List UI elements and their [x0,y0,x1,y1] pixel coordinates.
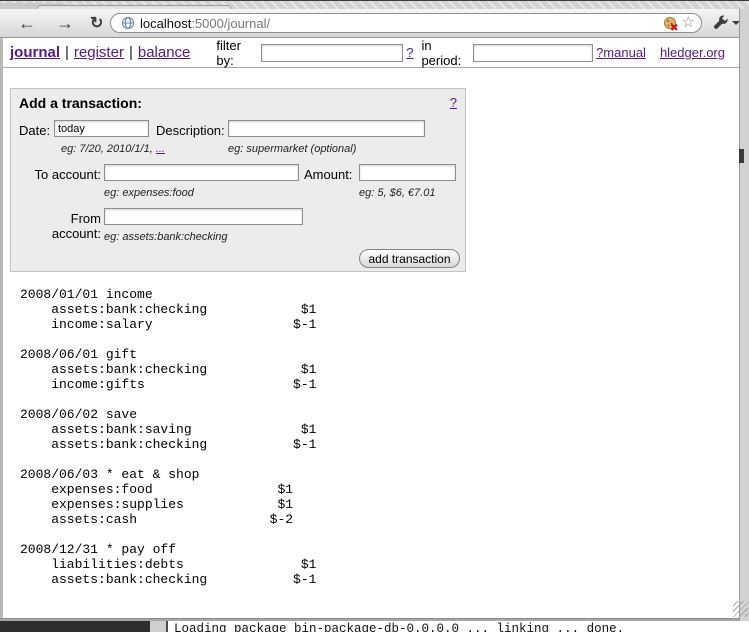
terminal-output: Loading package bin-package-db-0.0.0.0 .… [174,622,749,632]
resize-grip-icon[interactable] [733,601,748,617]
terminal-window[interactable]: Loading package bin-package-db-0.0.0.0 .… [166,621,749,632]
to-account-hint: eg: expenses:food [104,187,194,199]
from-account-label: From account: [19,211,101,241]
address-bar[interactable]: localhost:5000/journal/ ☆ [110,13,702,33]
url-text: localhost:5000/journal/ [140,16,270,31]
date-hint-text: eg: 7/20, 2010/1/1, [61,143,156,155]
date-hint-more-link[interactable]: ... [156,143,165,155]
from-account-input[interactable] [104,208,303,225]
date-input[interactable] [54,120,149,137]
wrench-icon [712,15,729,32]
period-help-link[interactable]: ? [596,45,603,60]
filter-help-link[interactable]: ? [406,45,413,60]
nav-link-balance[interactable]: balance [138,44,191,61]
globe-icon[interactable] [121,16,135,30]
url-host: localhost [140,16,191,31]
window-left-edge [0,38,3,621]
date-hint: eg: 7/20, 2010/1/1, ... [61,143,165,155]
period-input[interactable] [473,44,593,62]
browser-toolbar: ← → ↻ localhost:5000/journal/ [0,9,749,38]
manual-link[interactable]: manual [603,45,646,60]
forward-button[interactable]: → [56,11,74,35]
description-input[interactable] [228,120,425,137]
hledger-org-link[interactable]: hledger.org [660,45,725,60]
add-transaction-form: Add a transaction: ? Date: Description: … [10,88,466,272]
amount-input[interactable] [359,164,456,181]
amount-label: Amount: [304,167,352,182]
scrollbar-track[interactable] [739,9,749,632]
screen: ← → ↻ localhost:5000/journal/ [0,0,749,632]
amount-hint: eg: 5, $6, €7.01 [359,187,435,199]
back-button[interactable]: ← [18,11,36,35]
url-path: :5000/journal/ [191,16,270,31]
form-title: Add a transaction: [19,95,142,111]
description-label: Description: [156,123,225,138]
to-account-input[interactable] [104,164,299,181]
cookie-blocked-icon[interactable] [663,16,679,31]
nav-separator: | [129,44,133,61]
period-label: in period: [421,38,467,68]
to-account-label: To account: [19,167,101,182]
background-window-shade [0,621,150,632]
wrench-menu-button[interactable] [712,14,742,32]
reload-button[interactable]: ↻ [90,12,103,36]
from-account-hint: eg: assets:bank:checking [104,231,228,243]
scrollbar-thumb[interactable] [739,149,744,163]
filter-label: filter by: [216,38,255,68]
nav-link-journal[interactable]: journal [10,44,60,61]
background-window-gap [150,621,166,632]
bookmark-star-icon[interactable]: ☆ [682,16,695,30]
add-transaction-button[interactable]: add transaction [359,249,460,268]
filter-input[interactable] [261,44,403,62]
hledger-navbar: journal | register | balance filter by: … [3,38,739,68]
browser-titlebar [0,0,749,9]
description-hint: eg: supermarket (optional) [228,143,356,155]
nav-link-register[interactable]: register [74,44,124,61]
journal-text: 2008/01/01 income assets:bank:checking $… [20,287,316,587]
date-label: Date: [19,123,50,138]
nav-separator: | [65,44,69,61]
form-help-link[interactable]: ? [450,95,457,110]
